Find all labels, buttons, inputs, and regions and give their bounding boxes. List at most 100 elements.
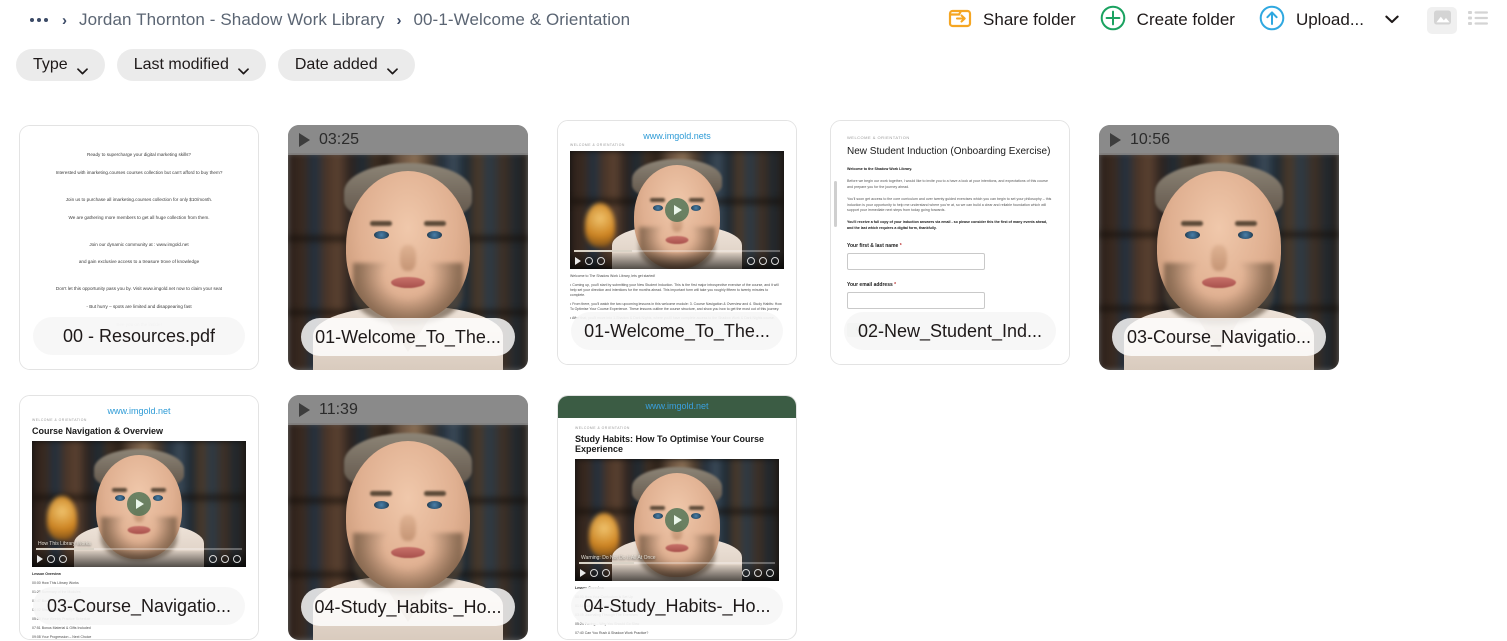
file-name-text: 01-Welcome_To_The... bbox=[584, 320, 770, 341]
body-paragraph: • Coming up, you'll start by submitting … bbox=[570, 283, 779, 298]
form-subheading: Welcome to the Shadow Work Library. bbox=[847, 167, 913, 171]
play-button[interactable] bbox=[665, 508, 689, 532]
scrollbar[interactable] bbox=[834, 181, 837, 227]
email-input[interactable] bbox=[847, 292, 985, 310]
rewind-icon[interactable] bbox=[590, 569, 598, 577]
play-icon[interactable] bbox=[37, 555, 43, 563]
file-tile[interactable]: www.imgold.net WELCOME & ORIENTATION Cou… bbox=[19, 395, 259, 640]
file-browser-page: › Jordan Thornton - Shadow Work Library … bbox=[0, 0, 1507, 641]
toolbar-actions: Share folder Create folder Upload... bbox=[936, 0, 1493, 40]
play-icon bbox=[1110, 133, 1121, 147]
filter-chip-last-modified[interactable]: Last modified bbox=[116, 49, 266, 81]
grid-view-toggle[interactable] bbox=[1427, 6, 1457, 34]
filter-chip-label: Type bbox=[33, 56, 68, 73]
overview-title: Lesson Overview bbox=[32, 572, 61, 576]
player-controls[interactable] bbox=[575, 562, 779, 581]
file-tile[interactable]: 10:56 03-Course_Navigatio... bbox=[1099, 125, 1339, 370]
file-name-text: 00 - Resources.pdf bbox=[62, 325, 216, 346]
file-tile[interactable]: Ready to supercharge your digital market… bbox=[19, 125, 259, 370]
file-tile[interactable]: www.imgold.nets WELCOME & ORIENTATION We… bbox=[557, 120, 797, 365]
breadcrumb-overflow-icon[interactable] bbox=[30, 18, 48, 22]
player-controls[interactable] bbox=[570, 250, 784, 269]
breadcrumb-separator-icon: › bbox=[62, 11, 67, 29]
volume-icon[interactable] bbox=[747, 257, 755, 265]
share-folder-label: Share folder bbox=[983, 10, 1076, 29]
create-folder-button[interactable]: Create folder bbox=[1088, 1, 1247, 40]
name-input[interactable] bbox=[847, 253, 985, 271]
settings-icon[interactable] bbox=[221, 555, 229, 563]
breadcrumb-item-current[interactable]: 00-1-Welcome & Orientation bbox=[413, 10, 630, 30]
play-icon[interactable] bbox=[575, 257, 581, 265]
settings-icon[interactable] bbox=[754, 569, 762, 577]
overview-item: 09:08 Your Progression – Next Choice bbox=[32, 635, 92, 639]
video-caption: Warning: Do Not Do It All At Once bbox=[581, 555, 656, 561]
top-toolbar: › Jordan Thornton - Shadow Work Library … bbox=[0, 0, 1507, 40]
video-duration: 10:56 bbox=[1130, 131, 1171, 148]
chevron-down-icon bbox=[76, 62, 88, 74]
list-view-toggle[interactable] bbox=[1463, 7, 1493, 34]
create-folder-label: Create folder bbox=[1136, 10, 1235, 29]
upload-button[interactable]: Upload... bbox=[1247, 1, 1411, 40]
file-tile[interactable]: www.imgold.net WELCOME & ORIENTATION Stu… bbox=[557, 395, 797, 640]
embedded-video-player[interactable]: Warning: Do Not Do It All At Once bbox=[575, 459, 779, 581]
share-folder-button[interactable]: Share folder bbox=[936, 2, 1088, 39]
breadcrumb: › Jordan Thornton - Shadow Work Library … bbox=[0, 0, 630, 40]
file-name-text: 04-Study_Habits-_Ho... bbox=[314, 596, 502, 617]
body-paragraph: • From there, you'll watch the two upcom… bbox=[570, 302, 782, 312]
file-name-text: 03-Course_Navigatio... bbox=[1126, 326, 1312, 347]
file-name-label: 01-Welcome_To_The... bbox=[571, 312, 783, 350]
file-name-label: 00 - Resources.pdf bbox=[33, 317, 245, 355]
video-duration: 11:39 bbox=[319, 401, 358, 418]
play-button[interactable] bbox=[127, 492, 151, 516]
fullscreen-icon[interactable] bbox=[233, 555, 241, 563]
upload-arrow-icon bbox=[1259, 5, 1285, 36]
forward-icon[interactable] bbox=[602, 569, 610, 577]
required-marker: * bbox=[894, 282, 897, 289]
player-controls[interactable] bbox=[32, 548, 246, 567]
video-duration-bar: 10:56 bbox=[1099, 125, 1339, 155]
settings-icon[interactable] bbox=[759, 257, 767, 265]
rewind-icon[interactable] bbox=[585, 257, 593, 265]
file-tile[interactable]: 11:39 04-Study_Habits-_Ho... bbox=[288, 395, 528, 640]
forward-icon[interactable] bbox=[597, 257, 605, 265]
file-name-label: 04-Study_Habits-_Ho... bbox=[571, 587, 783, 625]
filter-chip-label: Date added bbox=[294, 56, 378, 73]
pdf-line: Don't let this opportunity pass you by. … bbox=[55, 286, 223, 292]
pdf-line: - But hurry – spots are limited and disa… bbox=[86, 304, 192, 310]
embedded-video-player[interactable]: How This Library Works bbox=[32, 441, 246, 567]
filter-chip-type[interactable]: Type bbox=[16, 49, 105, 81]
pdf-line: Join our dynamic community at : www.imgo… bbox=[89, 241, 189, 247]
pdf-line: Join us to purchase all imarketing.cours… bbox=[65, 196, 213, 202]
file-tile[interactable]: WELCOME & ORIENTATION New Student Induct… bbox=[830, 120, 1070, 365]
forward-icon[interactable] bbox=[59, 555, 67, 563]
embedded-video-player[interactable] bbox=[570, 151, 784, 269]
breadcrumb-item-library[interactable]: Jordan Thornton - Shadow Work Library bbox=[79, 10, 384, 30]
filter-chip-row: Type Last modified Date added bbox=[0, 48, 1507, 82]
upload-label: Upload... bbox=[1295, 10, 1364, 29]
volume-icon[interactable] bbox=[209, 555, 217, 563]
list-icon bbox=[1468, 10, 1488, 31]
overview-item: 00:00 How This Library Works bbox=[32, 581, 79, 586]
play-button[interactable] bbox=[665, 198, 689, 222]
name-field-label: Your first & last name * bbox=[847, 243, 902, 250]
chevron-down-icon[interactable] bbox=[1385, 11, 1399, 29]
form-paragraph: You'll receive a full copy of your induc… bbox=[847, 220, 1048, 230]
overview-item: 07:51 Bonus Material & Gifts Included bbox=[32, 626, 91, 631]
file-name-text: 02-New_Student_Ind... bbox=[857, 320, 1043, 341]
play-icon bbox=[299, 133, 310, 147]
page-kicker: WELCOME & ORIENTATION bbox=[847, 135, 910, 140]
filter-chip-date-added[interactable]: Date added bbox=[277, 49, 415, 81]
body-intro: Welcome to The Shadow Work Library, lets… bbox=[570, 274, 656, 278]
fullscreen-icon[interactable] bbox=[766, 569, 774, 577]
breadcrumb-separator-icon: › bbox=[396, 11, 402, 29]
volume-icon[interactable] bbox=[742, 569, 750, 577]
watermark-text: www.imgold.net bbox=[645, 401, 709, 411]
file-grid: Ready to supercharge your digital market… bbox=[0, 99, 1507, 641]
rewind-icon[interactable] bbox=[47, 555, 55, 563]
video-duration-bar: 11:39 bbox=[288, 395, 528, 425]
fullscreen-icon[interactable] bbox=[771, 257, 779, 265]
file-tile[interactable]: 03:25 01-Welcome_To_The... bbox=[288, 125, 528, 370]
play-icon[interactable] bbox=[580, 569, 586, 577]
page-kicker: WELCOME & ORIENTATION bbox=[32, 418, 87, 422]
overview-item: 07:40 Can You Rush A Shadow Work Practic… bbox=[575, 631, 649, 636]
